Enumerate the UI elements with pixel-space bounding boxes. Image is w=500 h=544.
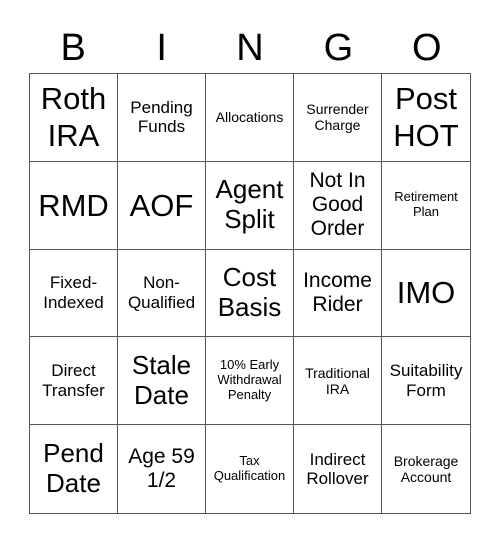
bingo-cell-text: Non-Qualified [127,273,196,312]
bingo-cell[interactable]: Pend Date [30,425,118,513]
bingo-cell-text: Tax Qualification [213,453,286,484]
header-letter-g: G [323,27,354,69]
bingo-cell-text: Income Rider [303,268,372,316]
bingo-cell[interactable]: Cost Basis [206,249,294,338]
bingo-cell[interactable]: Income Rider [294,249,382,338]
bingo-cell[interactable]: Post HOT [382,74,470,162]
bingo-header: B I N G O [29,22,471,74]
bingo-cell-text: Indirect Rollover [306,449,369,489]
bingo-cell[interactable]: Allocations [206,74,294,162]
bingo-cell[interactable]: Stale Date [118,337,206,426]
bingo-cell[interactable]: Non-Qualified [118,249,206,338]
bingo-cell[interactable]: Agent Split [206,161,294,250]
header-letter-i: I [156,27,167,69]
bingo-cell-text: 10% Early Withdrawal Penalty [217,357,282,403]
bingo-cell-text: Fixed-Indexed [43,273,104,312]
bingo-cell-text: Allocations [215,109,284,126]
bingo-cell[interactable]: IMO [382,250,470,338]
bingo-cell[interactable]: Fixed-Indexed [30,249,118,338]
bingo-cell-text: Pending Funds [130,97,193,137]
bingo-cell[interactable]: Tax Qualification [206,425,294,513]
bingo-cell-text: Agent Split [215,174,284,235]
bingo-cell-text: AOF [129,187,194,223]
bingo-cell[interactable]: Brokerage Account [382,425,470,513]
bingo-cell-text: Not In Good Order [309,168,366,241]
header-letter-b: B [60,27,86,69]
bingo-cell-text: Age 59 1/2 [128,444,195,493]
bingo-cell-text: Roth IRA [40,81,107,154]
bingo-cell[interactable]: AOF [118,161,206,250]
bingo-cell[interactable]: Roth IRA [30,74,118,162]
bingo-cell-text: Suitability Form [389,361,463,400]
bingo-cell[interactable]: Age 59 1/2 [118,425,206,513]
bingo-cell[interactable]: RMD [30,161,118,250]
bingo-cell[interactable]: Indirect Rollover [294,425,382,513]
bingo-cell[interactable]: Traditional IRA [294,337,382,426]
bingo-cell[interactable]: Direct Transfer [30,337,118,426]
bingo-cell-text: Surrender Charge [306,101,369,134]
bingo-cell[interactable]: Pending Funds [118,74,206,162]
bingo-cell-text: Pend Date [43,438,104,499]
bingo-card-grid: Roth IRA Pending Funds Allocations Surrende… [29,73,471,514]
bingo-cell[interactable]: Surrender Charge [294,74,382,162]
bingo-cell[interactable]: 10% Early Withdrawal Penalty [206,337,294,426]
bingo-cell[interactable]: Retirement Plan [382,162,470,250]
header-letter-n: N [236,27,264,69]
bingo-cell-text: Cost Basis [217,262,282,322]
bingo-cell-text: Traditional IRA [305,364,370,397]
bingo-cell[interactable]: Not In Good Order [294,161,382,250]
bingo-cell-text: Retirement Plan [394,189,458,220]
bingo-cell-text: IMO [396,275,456,311]
bingo-cell-text: Direct Transfer [42,361,105,400]
header-letter-o: O [412,27,442,69]
bingo-cell-text: Stale Date [131,349,192,410]
bingo-cell-text: Post HOT [393,81,459,154]
bingo-cell-text: RMD [38,187,109,223]
bingo-cell[interactable]: Suitability Form [382,337,470,426]
bingo-cell-text: Brokerage Account [393,453,459,486]
